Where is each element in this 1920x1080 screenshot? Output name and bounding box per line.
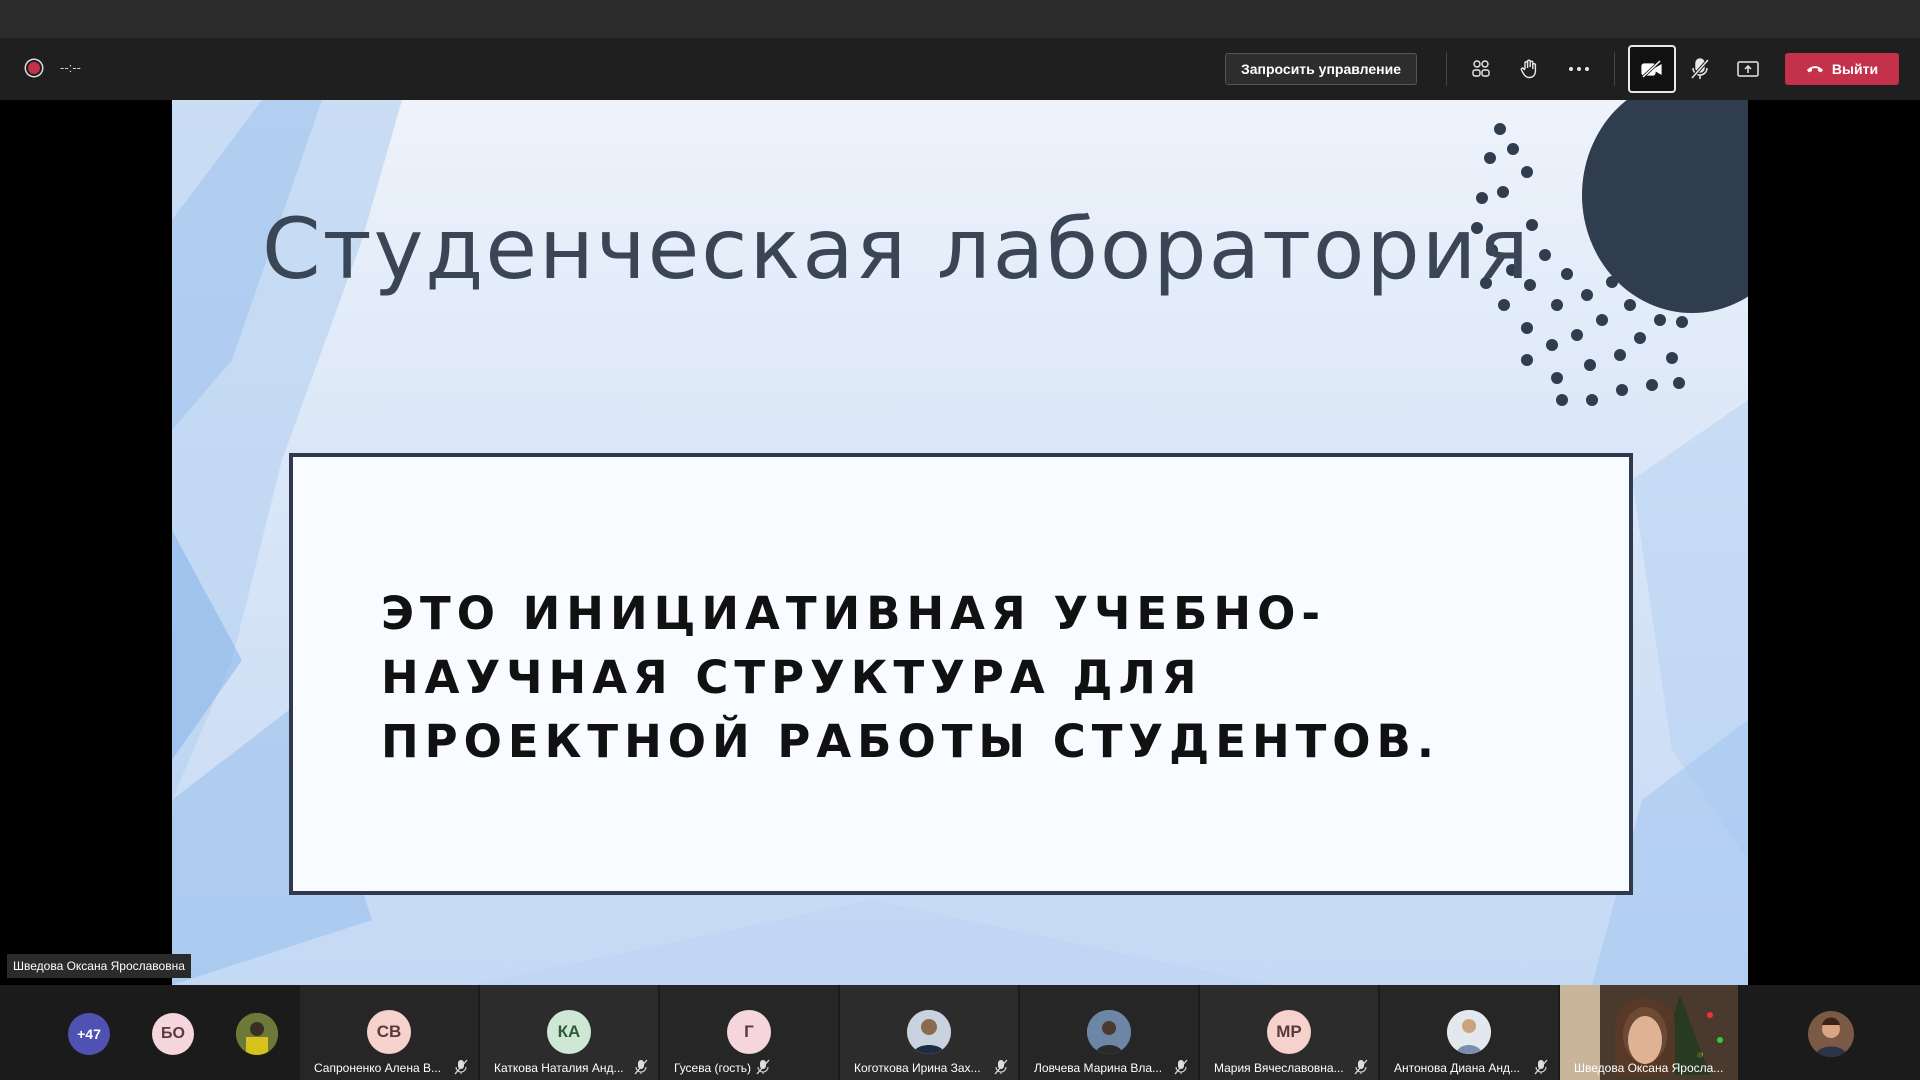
participant-name: Каткова Наталия Анд... <box>494 1061 624 1075</box>
mic-off-icon[interactable] <box>1682 51 1718 87</box>
avatar[interactable] <box>236 1013 278 1055</box>
participant-tile[interactable]: Г Гусева (гость) <box>660 985 838 1080</box>
phone-icon <box>1806 66 1823 73</box>
participant-name: Гусева (гость) <box>674 1061 752 1075</box>
avatar: СВ <box>367 1010 411 1054</box>
avatar <box>1447 1010 1491 1054</box>
avatar: КА <box>547 1010 591 1054</box>
mic-off-icon <box>756 1059 770 1075</box>
title-bar <box>0 0 1920 38</box>
camera-off-icon[interactable] <box>1628 45 1676 93</box>
meeting-timer: --:-- <box>60 60 81 75</box>
avatar <box>907 1010 951 1054</box>
participant-tile[interactable]: СВ Сапроненко Алена В... <box>300 985 478 1080</box>
avatar[interactable]: БО <box>152 1013 194 1055</box>
participant-tile[interactable]: Антонова Диана Анд... <box>1380 985 1558 1080</box>
slide-body-text: ЭТО ИНИЦИАТИВНАЯ УЧЕБНО-НАУЧНАЯ СТРУКТУР… <box>381 587 1440 768</box>
participants-icon[interactable] <box>1463 51 1499 87</box>
participants-strip: +47 БО СВ Сапроненко Алена В... КА Катко… <box>0 985 1920 1080</box>
slide-text-box: ЭТО ИНИЦИАТИВНАЯ УЧЕБНО-НАУЧНАЯ СТРУКТУР… <box>289 453 1633 895</box>
avatar <box>1087 1010 1131 1054</box>
participant-tile[interactable]: Ловчева Марина Вла... <box>1020 985 1198 1080</box>
leave-label: Выйти <box>1831 61 1879 77</box>
participant-video-tile[interactable]: Шведова Оксана Яросла... <box>1560 985 1738 1080</box>
toolbar-divider <box>1614 52 1615 86</box>
mic-off-icon <box>1534 1059 1548 1075</box>
participant-tile[interactable]: КА Каткова Наталия Анд... <box>480 985 658 1080</box>
participant-name: Коготкова Ирина Зах... <box>854 1061 981 1075</box>
participant-name: Сапроненко Алена В... <box>314 1061 441 1075</box>
participant-name: Антонова Диана Анд... <box>1394 1061 1520 1075</box>
mic-off-icon <box>634 1059 648 1075</box>
avatar: МР <box>1267 1010 1311 1054</box>
leave-button[interactable]: Выйти <box>1785 53 1899 85</box>
participant-tile[interactable]: МР Мария Вячеславовна... <box>1200 985 1378 1080</box>
avatar: Г <box>727 1010 771 1054</box>
mic-off-icon <box>1174 1059 1188 1075</box>
meeting-toolbar: --:-- Запросить управление Выйти <box>0 38 1920 100</box>
presentation-slide: Студенческая лаборатория ЭТО ИНИЦИАТИВНА… <box>172 100 1748 985</box>
participant-name: Шведова Оксана Яросла... <box>1574 1061 1724 1075</box>
mic-off-icon <box>994 1059 1008 1075</box>
share-icon[interactable] <box>1730 51 1766 87</box>
avatar[interactable] <box>1808 1011 1854 1057</box>
record-icon <box>28 62 40 74</box>
slide-title: Студенческая лаборатория <box>262 200 1531 298</box>
more-participants-button[interactable]: +47 <box>68 1013 110 1055</box>
presenter-name-label: Шведова Оксана Ярославовна <box>7 954 191 978</box>
participant-name: Ловчева Марина Вла... <box>1034 1061 1163 1075</box>
mic-off-icon <box>454 1059 468 1075</box>
participant-tile[interactable]: Коготкова Ирина Зах... <box>840 985 1018 1080</box>
mic-off-icon <box>1354 1059 1368 1075</box>
raise-hand-icon[interactable] <box>1511 51 1547 87</box>
request-control-button[interactable]: Запросить управление <box>1225 53 1417 85</box>
shared-screen: Студенческая лаборатория ЭТО ИНИЦИАТИВНА… <box>0 100 1920 985</box>
participant-name: Мария Вячеславовна... <box>1214 1061 1344 1075</box>
toolbar-divider <box>1446 52 1447 86</box>
more-icon[interactable] <box>1561 51 1597 87</box>
